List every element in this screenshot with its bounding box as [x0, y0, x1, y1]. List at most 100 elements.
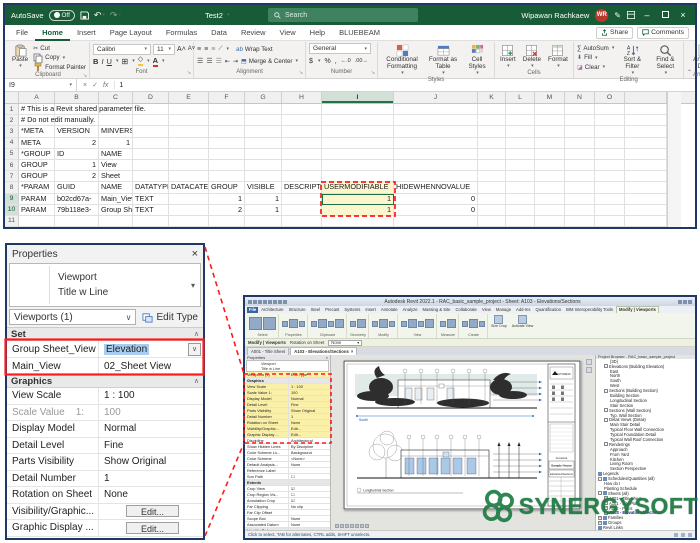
cell-N6[interactable]: [565, 159, 595, 172]
minimize-button[interactable]: –: [641, 10, 653, 20]
cell-J11[interactable]: [394, 215, 478, 228]
row-header-2[interactable]: 2: [5, 115, 19, 127]
pencil-icon[interactable]: ✎: [614, 11, 621, 20]
cell-M11[interactable]: [535, 215, 565, 228]
cell-G4[interactable]: [245, 137, 282, 149]
expand-icon[interactable]: -: [604, 388, 608, 393]
menu-tab-bluebeam[interactable]: BLUEBEAM: [332, 25, 387, 41]
cell-J9[interactable]: 0: [394, 193, 478, 205]
cell-H1[interactable]: [282, 104, 322, 116]
cell-D9[interactable]: TEXT: [133, 193, 169, 205]
row-header-1[interactable]: 1: [5, 104, 19, 116]
cell-N1[interactable]: [565, 104, 595, 116]
ribbon-options-icon[interactable]: [627, 11, 635, 19]
vertical-scrollbar[interactable]: [667, 92, 681, 104]
panel-icons[interactable]: [249, 314, 276, 333]
menu-tab-help[interactable]: Help: [303, 25, 332, 41]
cell-M1[interactable]: [535, 104, 565, 116]
property-value[interactable]: Elevation ∨: [99, 341, 203, 357]
cell-styles-button[interactable]: Cell Styles ▾: [463, 43, 491, 77]
combo-dropdown-button[interactable]: ∨: [188, 342, 201, 356]
expand-icon[interactable]: +: [598, 515, 602, 520]
cell-M5[interactable]: [535, 148, 565, 160]
cell-B8[interactable]: GUID: [55, 182, 99, 194]
column-header-O[interactable]: O: [595, 92, 625, 103]
copy-button[interactable]: Copy ▾: [33, 53, 86, 63]
search-box[interactable]: Search: [268, 8, 418, 22]
cell-C7[interactable]: Sheet: [99, 171, 133, 183]
panel-icons[interactable]: [462, 314, 485, 333]
cell-A2[interactable]: # Do not edit manually.: [19, 115, 95, 127]
cell-G5[interactable]: [245, 148, 282, 160]
cell-H3[interactable]: [282, 126, 322, 138]
cell-P4[interactable]: [625, 137, 667, 149]
row-header-9[interactable]: 9: [5, 193, 19, 205]
orientation-icon[interactable]: ⟋: [218, 46, 222, 53]
cell-N4[interactable]: [565, 137, 595, 149]
column-header-F[interactable]: F: [209, 92, 245, 103]
cell-M2[interactable]: [535, 115, 565, 127]
restore-button[interactable]: [659, 10, 671, 20]
edit-button[interactable]: Edit...: [125, 521, 179, 534]
cell-L7[interactable]: [506, 171, 535, 183]
cancel-icon[interactable]: ×: [83, 82, 87, 89]
cell-N10[interactable]: [565, 204, 595, 216]
vertical-scrollbar[interactable]: [667, 182, 681, 194]
row-header-6[interactable]: 6: [5, 159, 19, 172]
column-header-I[interactable]: I: [322, 92, 394, 103]
menu-tab-review[interactable]: Review: [234, 25, 273, 41]
cell-F11[interactable]: [209, 215, 245, 228]
cell-O2[interactable]: [595, 115, 625, 127]
cell-F4[interactable]: [209, 137, 245, 149]
expand-icon[interactable]: +: [604, 496, 608, 501]
column-header-C[interactable]: C: [99, 92, 133, 103]
cell-K5[interactable]: [478, 148, 506, 160]
find-select-button[interactable]: Find & Select ▾: [650, 43, 680, 77]
cell-K7[interactable]: [478, 171, 506, 183]
delete-cells-button[interactable]: Delete ▾: [521, 43, 543, 70]
cell-O7[interactable]: [595, 171, 625, 183]
expand-icon[interactable]: +: [604, 501, 608, 506]
cell-O9[interactable]: [595, 193, 625, 205]
row-header-3[interactable]: 3: [5, 126, 19, 138]
number-format-combo[interactable]: General ▾: [309, 43, 372, 54]
column-header-J[interactable]: J: [394, 92, 478, 103]
underline-button[interactable]: U: [107, 57, 112, 66]
format-painter-button[interactable]: Format Painter: [33, 62, 86, 72]
edit-button[interactable]: Edit...: [125, 505, 179, 518]
drawing-area[interactable]: South Longitudinal Section AUTODESK Auto…: [331, 355, 595, 530]
cell-F3[interactable]: [209, 126, 245, 138]
property-value[interactable]: None: [99, 487, 203, 503]
cell-A11[interactable]: [19, 215, 55, 228]
cell-N3[interactable]: [565, 126, 595, 138]
cell-E9[interactable]: [169, 193, 209, 205]
cell-A7[interactable]: GROUP: [19, 171, 55, 183]
cell-I4[interactable]: [322, 137, 394, 149]
property-value[interactable]: 02_Sheet View: [99, 358, 203, 374]
cell-K8[interactable]: [478, 182, 506, 194]
cell-I1[interactable]: [322, 104, 394, 116]
vertical-scrollbar[interactable]: [667, 159, 681, 172]
property-value[interactable]: Edit...: [99, 520, 203, 536]
cell-I9[interactable]: 1: [322, 193, 394, 205]
cell-H2[interactable]: [282, 115, 322, 127]
borders-icon[interactable]: ⊞: [121, 57, 128, 66]
cell-M6[interactable]: [535, 159, 565, 172]
cell-L6[interactable]: [506, 159, 535, 172]
close-tab-icon[interactable]: ×: [351, 348, 354, 355]
cell-O6[interactable]: [595, 159, 625, 172]
cell-B5[interactable]: ID: [55, 148, 99, 160]
cell-G2[interactable]: [245, 115, 282, 127]
cell-H9[interactable]: [282, 193, 322, 205]
expand-icon[interactable]: -: [598, 491, 602, 496]
cell-L10[interactable]: [506, 204, 535, 216]
cell-P8[interactable]: [625, 182, 667, 194]
cell-E5[interactable]: [169, 148, 209, 160]
cell-K3[interactable]: [478, 126, 506, 138]
cell-M10[interactable]: [535, 204, 565, 216]
expand-icon[interactable]: -: [604, 364, 608, 369]
element-filter-combo[interactable]: Viewports (1) ∨: [9, 309, 137, 325]
cell-M4[interactable]: [535, 137, 565, 149]
cell-P1[interactable]: [625, 104, 667, 116]
column-header-P[interactable]: [625, 92, 667, 103]
